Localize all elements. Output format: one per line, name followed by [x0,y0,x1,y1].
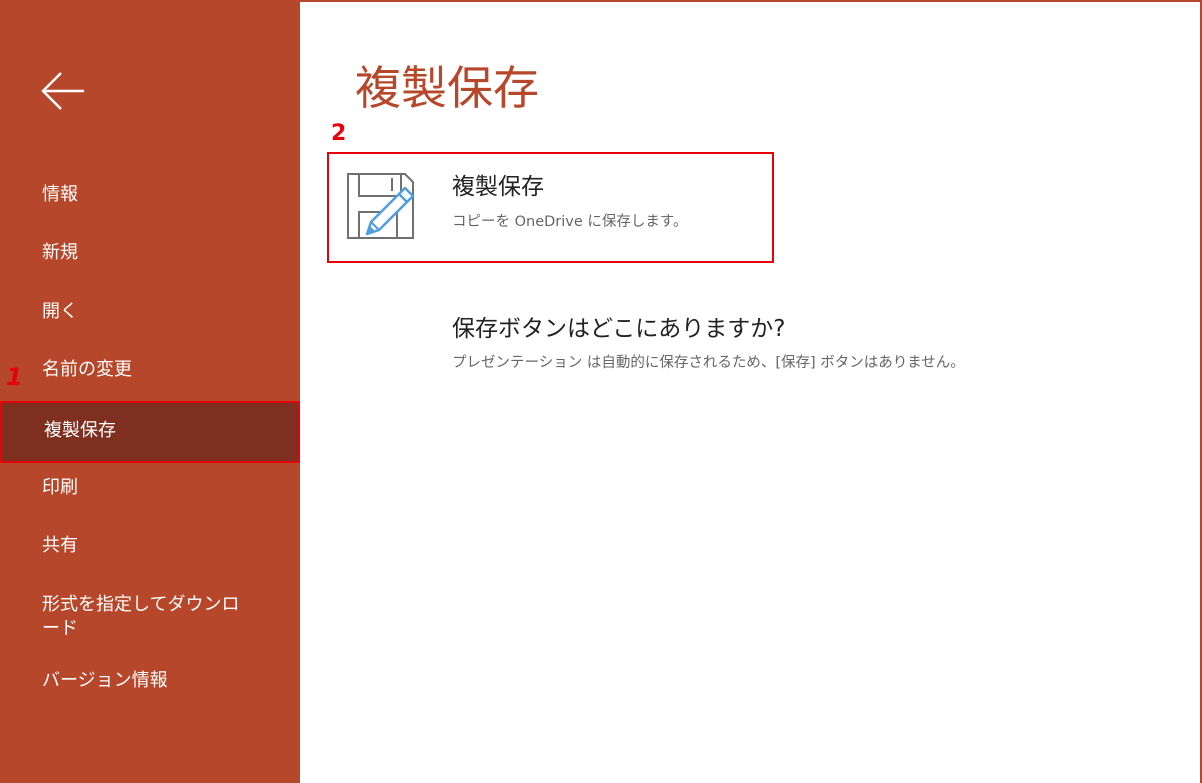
sidebar-item-label: 情報 [42,184,78,205]
faq-title: 保存ボタンはどこにありますか? [452,316,786,342]
save-copy-icon [347,173,415,239]
sidebar-item-label: 印刷 [42,477,78,498]
sidebar-item-rename[interactable]: 名前の変更 [0,358,300,382]
sidebar-item-download-as[interactable]: 形式を指定してダウンロ ード [0,593,300,641]
option-description: コピーを OneDrive に保存します。 [452,214,688,230]
option-title: 複製保存 [452,174,544,200]
sidebar-item-label: 開く [42,301,78,322]
step-annotation-1: 1 [6,363,23,391]
sidebar-item-label: 複製保存 [44,420,116,441]
sidebar-item-open[interactable]: 開く [0,300,300,324]
arrow-left-icon [41,72,84,110]
sidebar-item-label: 形式を指定してダウンロ [42,594,240,615]
page-title: 複製保存 [355,61,539,115]
sidebar-item-share[interactable]: 共有 [0,534,300,558]
sidebar: 情報 新規 開く 名前の変更 複製保存 印刷 共有 形式を指定してダウンロ ード… [0,0,300,783]
save-copy-option[interactable]: 複製保存 コピーを OneDrive に保存します。 [327,152,774,263]
faq-description: プレゼンテーション は自動的に保存されるため、[保存] ボタンはありません。 [452,355,965,371]
sidebar-item-info[interactable]: 情報 [0,183,300,207]
sidebar-item-label: 新規 [42,242,78,263]
sidebar-item-save-copy[interactable]: 複製保存 [0,401,300,463]
sidebar-item-print[interactable]: 印刷 [0,476,300,500]
sidebar-item-version-info[interactable]: バージョン情報 [0,669,300,693]
sidebar-item-label: 名前の変更 [42,359,132,380]
sidebar-item-new[interactable]: 新規 [0,241,300,265]
sidebar-item-label-continued: ード [42,618,78,639]
sidebar-item-label: 共有 [42,535,78,556]
step-annotation-2: 2 [331,121,347,146]
back-button[interactable] [38,68,90,114]
sidebar-item-label: バージョン情報 [42,670,168,691]
